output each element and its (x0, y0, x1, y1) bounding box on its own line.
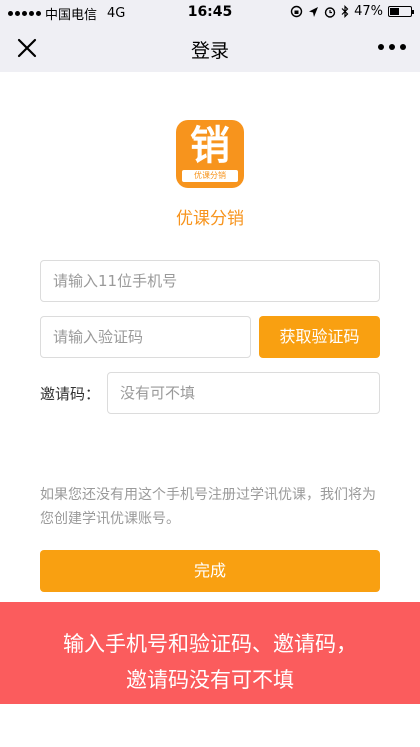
orientation-lock-icon (290, 5, 303, 18)
logo-band-text: 优课分销 (182, 170, 238, 182)
banner-line-2: 邀请码没有可不填 (126, 668, 294, 692)
verification-code-input[interactable] (40, 316, 251, 358)
page-title: 登录 (190, 40, 229, 62)
location-icon (309, 6, 319, 17)
app-logo: 销 优课分销 (176, 120, 244, 188)
status-bar: 中国电信 4G 16:45 47% (0, 0, 420, 24)
logo-character: 销 (190, 123, 230, 169)
get-code-button[interactable]: 获取验证码 (259, 316, 380, 358)
phone-input[interactable] (40, 260, 380, 302)
bottom-blank (0, 704, 420, 747)
bluetooth-icon (341, 5, 349, 18)
done-button[interactable]: 完成 (40, 550, 380, 592)
alarm-icon (324, 6, 336, 18)
battery-percent: 47% (354, 4, 383, 19)
more-icon[interactable] (378, 44, 406, 50)
instruction-banner: 输入手机号和验证码、邀请码， 邀请码没有可不填 (0, 602, 420, 704)
app-name: 优课分销 (176, 209, 244, 229)
nav-bar: 登录 (0, 24, 420, 72)
status-right: 47% (290, 4, 414, 19)
battery-fill (390, 8, 400, 15)
banner-line-1: 输入手机号和验证码、邀请码， (63, 632, 357, 656)
invite-code-input[interactable] (107, 372, 380, 414)
invite-code-label: 邀请码： (40, 385, 101, 403)
battery-icon (388, 6, 414, 17)
registration-notice: 如果您还没有用这个手机号注册过学讯优课，我们将为您创建学讯优课账号。 (40, 487, 376, 527)
